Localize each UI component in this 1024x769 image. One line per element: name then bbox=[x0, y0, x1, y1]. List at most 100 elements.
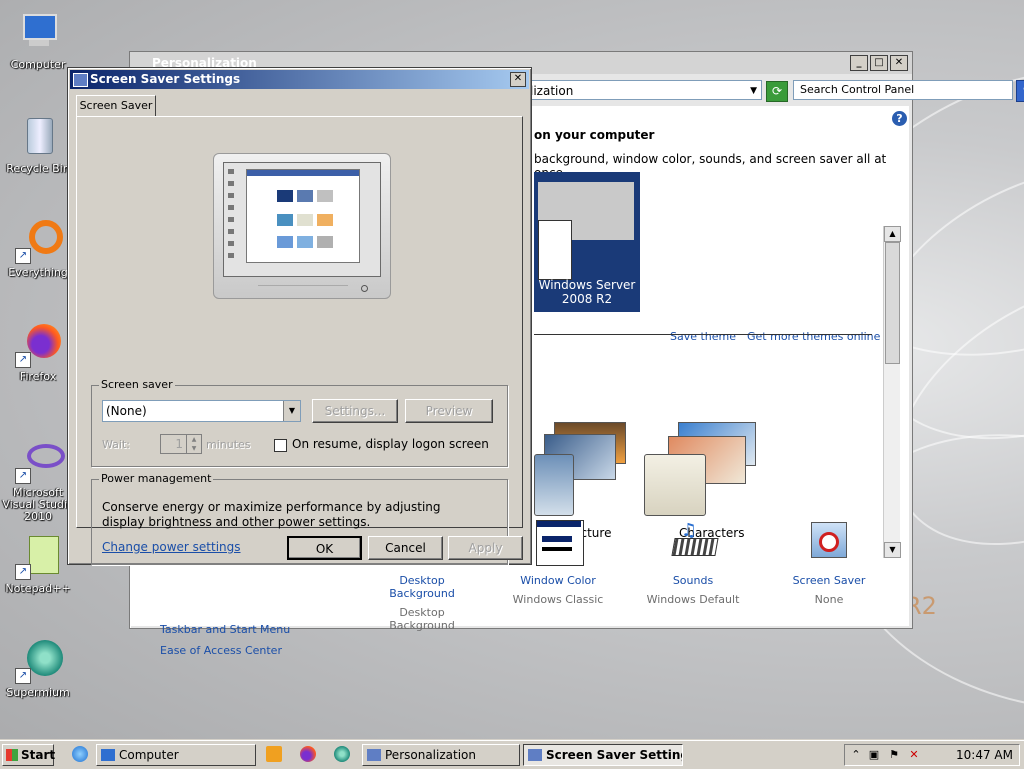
theme-label: Windows Server 2008 R2 bbox=[538, 278, 636, 306]
firefox-icon[interactable] bbox=[300, 746, 316, 762]
ease-of-access-link[interactable]: Ease of Access Center bbox=[160, 644, 282, 657]
system-tray: ⌃ ▣ ⚑ ✕ 10:47 AM bbox=[844, 744, 1020, 766]
ie-icon[interactable] bbox=[72, 746, 88, 762]
screen-saver-group: Screen saver (None) ▼ Settings... Previe… bbox=[91, 378, 508, 467]
maximize-button[interactable]: □ bbox=[870, 55, 888, 71]
item-title: Screen Saver bbox=[792, 574, 866, 587]
page-title: on your computer bbox=[534, 128, 655, 142]
ok-button[interactable]: OK bbox=[287, 536, 362, 560]
screen-saver-app-icon bbox=[73, 73, 88, 87]
search-icon[interactable]: ⚲ bbox=[1016, 80, 1024, 102]
theme-characters[interactable] bbox=[644, 422, 764, 522]
theme-list-scrollbar[interactable]: ▲ ▼ bbox=[883, 226, 901, 558]
address-text: lization bbox=[530, 84, 574, 98]
apply-button[interactable]: Apply bbox=[448, 536, 523, 560]
desktop-icon-label: Supermium bbox=[6, 686, 70, 699]
desktop-icon-supermium[interactable]: ↗ Supermium bbox=[0, 638, 76, 699]
flag-icon[interactable]: ⚑ bbox=[887, 748, 901, 762]
volume-muted-icon[interactable]: ✕ bbox=[907, 748, 921, 762]
theme-thumbnail bbox=[538, 182, 634, 280]
taskbar-button-screen-saver-settings[interactable]: Screen Saver Settings bbox=[523, 744, 683, 766]
supermium-icon: ↗ bbox=[15, 638, 63, 684]
close-icon[interactable]: ✕ bbox=[510, 72, 526, 87]
minutes-label: minutes bbox=[206, 438, 251, 451]
close-button[interactable]: ✕ bbox=[890, 55, 908, 71]
preview-button[interactable]: Preview bbox=[405, 399, 493, 423]
firefox-icon: ↗ bbox=[15, 322, 61, 368]
chevron-down-icon[interactable]: ▼ bbox=[283, 401, 300, 421]
scroll-down-icon[interactable]: ▼ bbox=[884, 542, 901, 558]
screen-saver-select[interactable]: (None) ▼ bbox=[102, 400, 301, 422]
network-icon[interactable]: ▣ bbox=[867, 748, 881, 762]
tab-panel: Screen saver (None) ▼ Settings... Previe… bbox=[76, 116, 523, 565]
theme-architecture[interactable] bbox=[534, 422, 654, 522]
scroll-up-icon[interactable]: ▲ bbox=[884, 226, 901, 242]
sounds-icon: ♫ bbox=[669, 520, 719, 568]
address-bar[interactable]: lization ▼ bbox=[525, 80, 762, 100]
item-title: Sounds bbox=[672, 574, 714, 587]
shortcut-arrow-icon: ↗ bbox=[15, 248, 31, 264]
save-theme-link[interactable]: Save theme bbox=[670, 330, 736, 343]
taskbar-button-personalization[interactable]: Personalization bbox=[362, 744, 520, 766]
item-value: Windows Default bbox=[646, 593, 740, 606]
logon-screen-checkbox[interactable] bbox=[274, 439, 287, 452]
visual-studio-icon: ↗ bbox=[15, 438, 65, 484]
desktop-icon-firefox[interactable]: ↗ Firefox bbox=[0, 322, 76, 383]
stepper-arrows-icon[interactable]: ▲ ▼ bbox=[186, 435, 201, 453]
get-more-themes-link[interactable]: Get more themes online bbox=[747, 330, 880, 343]
computer-icon bbox=[15, 10, 61, 56]
shortcut-arrow-icon: ↗ bbox=[15, 668, 31, 684]
desktop-icon-label: Firefox bbox=[19, 370, 57, 383]
recycle-bin-icon bbox=[15, 114, 61, 160]
desktop-icon-computer[interactable]: Computer bbox=[0, 10, 76, 71]
sounds-item[interactable]: ♫ Sounds Windows Default bbox=[638, 520, 748, 606]
power-description: Conserve energy or maximize performance … bbox=[102, 500, 441, 529]
desktop-icon-notepad-plus-plus[interactable]: ↗ Notepad++ bbox=[0, 534, 76, 595]
settings-button[interactable]: Settings... bbox=[312, 399, 398, 423]
chevron-down-icon[interactable]: ▼ bbox=[750, 81, 757, 101]
select-value: (None) bbox=[106, 404, 147, 418]
screen-saver-dialog: Screen Saver Settings ✕ Screen Saver Scr… bbox=[67, 67, 532, 565]
desktop-icon-label: Microsoft Visual Studio 2010 bbox=[2, 486, 74, 523]
theme-selected[interactable]: Windows Server 2008 R2 bbox=[534, 172, 640, 312]
logon-screen-label: On resume, display logon screen bbox=[292, 437, 489, 451]
screen-saver-item[interactable]: Screen Saver None bbox=[774, 520, 884, 606]
item-title: Window Color bbox=[520, 574, 596, 587]
preview-screen bbox=[223, 162, 381, 277]
taskbar-start-menu-link[interactable]: Taskbar and Start Menu bbox=[160, 623, 290, 636]
media-player-icon[interactable] bbox=[266, 746, 282, 762]
taskbar-button-label: Personalization bbox=[385, 748, 476, 762]
window-controls: _ □ ✕ bbox=[850, 55, 908, 71]
screen-saver-icon bbox=[805, 520, 853, 568]
everything-icon: ↗ bbox=[15, 218, 63, 264]
taskbar: Start Computer Personalization Screen Sa… bbox=[0, 740, 1024, 769]
shortcut-arrow-icon: ↗ bbox=[15, 352, 31, 368]
wait-label: Wait: bbox=[102, 438, 130, 451]
tab-screen-saver[interactable]: Screen Saver bbox=[76, 95, 156, 116]
chevron-up-icon[interactable]: ⌃ bbox=[849, 748, 863, 762]
dialog-titlebar: Screen Saver Settings ✕ bbox=[70, 70, 529, 89]
item-value: Windows Classic bbox=[512, 593, 604, 606]
help-icon[interactable]: ? bbox=[892, 111, 907, 126]
wait-minutes-stepper[interactable]: 1 ▲ ▼ bbox=[160, 434, 202, 454]
computer-icon bbox=[101, 749, 115, 761]
cancel-button[interactable]: Cancel bbox=[368, 536, 443, 560]
desktop-icon-everything[interactable]: ↗ Everything bbox=[0, 218, 76, 279]
change-power-settings-link[interactable]: Change power settings bbox=[102, 540, 241, 554]
start-button[interactable]: Start bbox=[2, 744, 55, 766]
screen-saver-app-icon bbox=[528, 749, 542, 761]
refresh-icon[interactable]: ⟳ bbox=[766, 81, 788, 102]
desktop-icon-label: Recycle Bin bbox=[6, 162, 70, 175]
desktop-icon-recycle-bin[interactable]: Recycle Bin bbox=[0, 114, 76, 175]
scrollbar-thumb[interactable] bbox=[885, 242, 900, 364]
item-title: Desktop Background bbox=[389, 574, 455, 600]
personalization-icon bbox=[367, 749, 381, 761]
desktop-icon-label: Notepad++ bbox=[5, 582, 71, 595]
desktop-icon-visual-studio[interactable]: ↗ Microsoft Visual Studio 2010 bbox=[0, 438, 76, 523]
minimize-button[interactable]: _ bbox=[850, 55, 868, 71]
taskbar-button-computer[interactable]: Computer bbox=[96, 744, 256, 766]
supermium-icon[interactable] bbox=[334, 746, 350, 762]
notepad-plus-plus-icon: ↗ bbox=[15, 534, 61, 580]
search-input[interactable]: Search Control Panel bbox=[793, 80, 1013, 100]
clock[interactable]: 10:47 AM bbox=[956, 745, 1013, 765]
